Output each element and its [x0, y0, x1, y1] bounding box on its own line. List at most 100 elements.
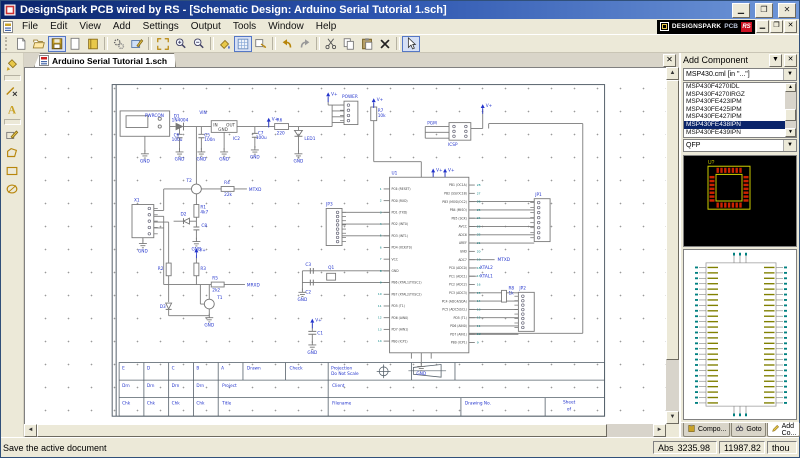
delete-button[interactable] — [376, 36, 394, 52]
component-list-item[interactable]: MSP430FE427IPM — [684, 113, 785, 121]
select-mode-button[interactable] — [402, 36, 420, 52]
app-icon — [4, 4, 16, 16]
add-text-button[interactable]: A — [3, 100, 22, 118]
panel-close-button[interactable]: ✕ — [784, 54, 797, 67]
add-polygon-button[interactable] — [3, 144, 22, 162]
menu-file[interactable]: File — [16, 20, 44, 33]
undo-icon — [280, 37, 294, 51]
document-icon[interactable] — [3, 21, 14, 33]
component-list-item[interactable]: MSP430FE438IPN — [684, 121, 785, 129]
package-combo-dropdown-icon[interactable]: ▼ — [783, 140, 796, 151]
toolbar-separator — [148, 37, 152, 50]
new-design-button[interactable] — [66, 36, 84, 52]
zoomout-icon — [192, 37, 206, 51]
vertical-scrollbar[interactable]: ▲ ▼ — [666, 67, 679, 424]
library-combo-dropdown-icon[interactable]: ▼ — [783, 69, 796, 80]
edit-component-button[interactable] — [128, 36, 146, 52]
scroll-left-button[interactable]: ◄ — [24, 424, 37, 437]
rs-badge: RS — [741, 22, 752, 32]
pin-name: PD5 (T1) — [454, 316, 467, 320]
ground-label: GND — [416, 371, 426, 376]
menu-edit[interactable]: Edit — [44, 20, 73, 33]
mdi-close-button[interactable]: ✕ — [784, 20, 797, 33]
save-button[interactable] — [48, 36, 66, 52]
close-document-button[interactable]: ✕ — [663, 54, 676, 67]
draw-shape-button[interactable] — [3, 126, 22, 144]
paint-net-button[interactable] — [3, 56, 22, 74]
scroll-right-button[interactable]: ► — [653, 424, 666, 437]
vertical-scroll-thumb[interactable] — [666, 80, 679, 360]
view-all-button[interactable] — [154, 36, 172, 52]
horizontal-scroll-thumb[interactable] — [37, 424, 607, 437]
scroll-down-button[interactable]: ▼ — [666, 411, 679, 424]
ground-label: GND — [140, 159, 150, 164]
minimize-button[interactable]: ▁ — [732, 3, 750, 18]
paste-button[interactable] — [358, 36, 376, 52]
close-button[interactable]: ✕ — [778, 3, 796, 18]
pin-name: PB0 (ICP1) — [392, 339, 408, 343]
scroll-up-button[interactable]: ▲ — [666, 67, 679, 80]
schematic-label: T1 — [216, 295, 223, 300]
component-list-item[interactable]: MSP430FE423IPM — [684, 98, 785, 106]
settings-button[interactable] — [110, 36, 128, 52]
component-list-item[interactable]: MSP430FE439IPN — [684, 129, 785, 137]
component-list[interactable]: MSP430F4270IDLMSP430F4270IRGZMSP430FE423… — [683, 82, 797, 138]
schematic-label: Chk — [196, 401, 205, 406]
mdi-restore-button[interactable]: ❐ — [770, 20, 783, 33]
add-ellipse-button[interactable] — [3, 180, 22, 198]
list-scroll-thumb[interactable] — [785, 109, 796, 121]
component-list-item[interactable]: MSP430F4270IRGZ — [684, 91, 785, 99]
component-list-item[interactable]: MSP430FE425IPM — [684, 106, 785, 114]
component-list-scrollbar[interactable]: ▲ ▼ — [785, 83, 796, 137]
rectangle-icon — [5, 164, 19, 178]
pin-name: PD1 (TXD) — [392, 211, 408, 215]
package-combo[interactable]: QFP ▼ — [683, 139, 797, 152]
color-fill-button[interactable] — [216, 36, 234, 52]
panel-tab-goto[interactable]: Goto — [731, 423, 765, 437]
menu-view[interactable]: View — [73, 20, 107, 33]
cut-button[interactable] — [322, 36, 340, 52]
new-button[interactable] — [12, 36, 30, 52]
open-icon — [32, 37, 46, 51]
component-list-item[interactable]: MSP430F4270IDL — [684, 83, 785, 91]
toolbar-handle[interactable] — [5, 37, 10, 50]
toolbar-separator — [316, 37, 320, 50]
translate-to-pcb-button[interactable] — [252, 36, 270, 52]
library-combo[interactable]: MSP430.cml [in "..."] ▼ — [683, 68, 797, 81]
menu-settings[interactable]: Settings — [137, 20, 185, 33]
horizontal-scrollbar[interactable]: ◄ ► — [24, 424, 666, 437]
panel-tab-compo[interactable]: Compo... — [683, 423, 730, 437]
zoom-in-button[interactable] — [172, 36, 190, 52]
menu-window[interactable]: Window — [262, 20, 310, 33]
symbol-preview — [683, 249, 797, 420]
menu-output[interactable]: Output — [185, 20, 227, 33]
list-scroll-down-button[interactable]: ▼ — [785, 128, 796, 137]
icsp-header — [449, 123, 471, 141]
open-button[interactable] — [30, 36, 48, 52]
pin-number: 8 — [380, 269, 382, 273]
schematic-canvas[interactable]: PWRCOND11N4004VINC6100uC5100nIC2INOUTGND… — [24, 67, 666, 424]
list-scroll-up-button[interactable]: ▲ — [785, 83, 796, 92]
redo-button[interactable] — [296, 36, 314, 52]
mdi-minimize-button[interactable]: ▁ — [756, 20, 769, 33]
grid-button[interactable] — [234, 36, 252, 52]
menu-add[interactable]: Add — [107, 20, 137, 33]
schematic-label: GND — [218, 127, 228, 132]
undo-button[interactable] — [278, 36, 296, 52]
panel-tab-addco[interactable]: Add Co... — [767, 423, 800, 437]
zoom-out-button[interactable] — [190, 36, 208, 52]
panel-menu-button[interactable]: ▼ — [769, 54, 782, 67]
restore-button[interactable]: ❐ — [755, 3, 773, 18]
copy-button[interactable] — [340, 36, 358, 52]
add-rectangle-button[interactable] — [3, 162, 22, 180]
menu-help[interactable]: Help — [310, 20, 343, 33]
menu-tools[interactable]: Tools — [227, 20, 262, 33]
ground-label: GND — [307, 350, 317, 355]
libraries-button[interactable] — [84, 36, 102, 52]
ground-symbol — [308, 341, 316, 349]
pin-number: 10 — [378, 292, 382, 296]
pin-name: PC3 (ADC3) — [449, 291, 467, 295]
document-tab[interactable]: Arduino Serial Tutorial 1.sch — [34, 53, 176, 67]
polygon-icon — [5, 146, 19, 160]
delete-segment-button[interactable] — [3, 82, 22, 100]
